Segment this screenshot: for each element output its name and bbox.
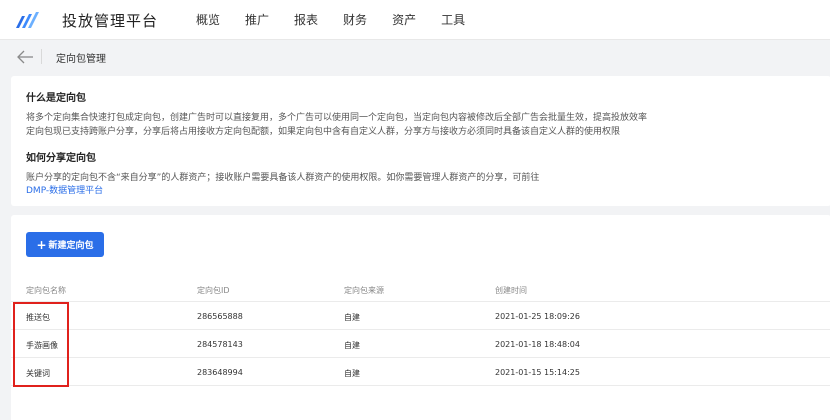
logo-icon	[16, 12, 39, 28]
table-row[interactable]: 关键词 283648994 自建 2021-01-15 15:14:25	[11, 358, 830, 386]
table-row[interactable]: 推送包 286565888 自建 2021-01-25 18:09:26	[11, 302, 830, 330]
breadcrumb-divider	[41, 49, 42, 64]
nav-tools[interactable]: 工具	[441, 11, 465, 28]
nav-assets[interactable]: 资产	[392, 11, 416, 28]
dmp-platform-link[interactable]: DMP-数据管理平台	[26, 183, 103, 196]
created-time-cell: 2021-01-25 18:09:26	[495, 312, 580, 321]
top-navigation-bar: 投放管理平台 概览 推广 报表 财务 资产 工具	[0, 0, 830, 40]
info-section-title-what: 什么是定向包	[26, 93, 86, 104]
info-share-description: 账户分享的定向包不含“来自分享”的人群资产；接收账户需要具备该人群资产的使用权限…	[26, 173, 540, 183]
page-title: 定向包管理	[56, 54, 106, 65]
main-nav: 概览 推广 报表 财务 资产 工具	[196, 11, 490, 28]
created-time-cell: 2021-01-18 18:48:04	[495, 340, 580, 349]
package-id-cell: 283648994	[197, 368, 243, 377]
plus-icon: +	[36, 237, 47, 252]
nav-finance[interactable]: 财务	[343, 11, 367, 28]
app-title: 投放管理平台	[62, 12, 159, 30]
targeting-package-table-card: + 新建定向包 定向包名称 定向包ID 定向包来源 创建时间 推送包 28656…	[11, 215, 830, 420]
created-time-cell: 2021-01-15 15:14:25	[495, 368, 580, 377]
package-id-cell: 284578143	[197, 340, 243, 349]
package-source-cell: 自建	[344, 313, 360, 322]
package-id-cell: 286565888	[197, 312, 243, 321]
highlight-box	[13, 302, 69, 387]
column-header-id: 定向包ID	[197, 286, 230, 295]
nav-overview[interactable]: 概览	[196, 11, 220, 28]
breadcrumb: 定向包管理	[0, 40, 830, 74]
column-header-source: 定向包来源	[344, 286, 384, 295]
info-description-line: 定向包现已支持跨账户分享，分享后将占用接收方定向包配额，如果定向包中含有自定义人…	[26, 127, 621, 137]
new-button-label: 新建定向包	[48, 241, 94, 251]
package-source-cell: 自建	[344, 341, 360, 350]
table-header: 定向包名称 定向包ID 定向包来源 创建时间	[11, 277, 830, 302]
info-description-line: 将多个定向集合快速打包成定向包，创建广告时可以直接复用，多个广告可以使用同一个定…	[26, 113, 648, 123]
column-header-created-time: 创建时间	[495, 286, 527, 295]
package-source-cell: 自建	[344, 369, 360, 378]
back-arrow-icon[interactable]	[16, 49, 34, 65]
new-targeting-package-button[interactable]: + 新建定向包	[26, 232, 104, 257]
info-section-title-share: 如何分享定向包	[26, 153, 96, 164]
nav-reports[interactable]: 报表	[294, 11, 318, 28]
nav-promotion[interactable]: 推广	[245, 11, 269, 28]
table-row[interactable]: 手游画像 284578143 自建 2021-01-18 18:48:04	[11, 330, 830, 358]
column-header-name: 定向包名称	[26, 286, 66, 295]
info-panel: 什么是定向包 将多个定向集合快速打包成定向包，创建广告时可以直接复用，多个广告可…	[11, 76, 830, 206]
